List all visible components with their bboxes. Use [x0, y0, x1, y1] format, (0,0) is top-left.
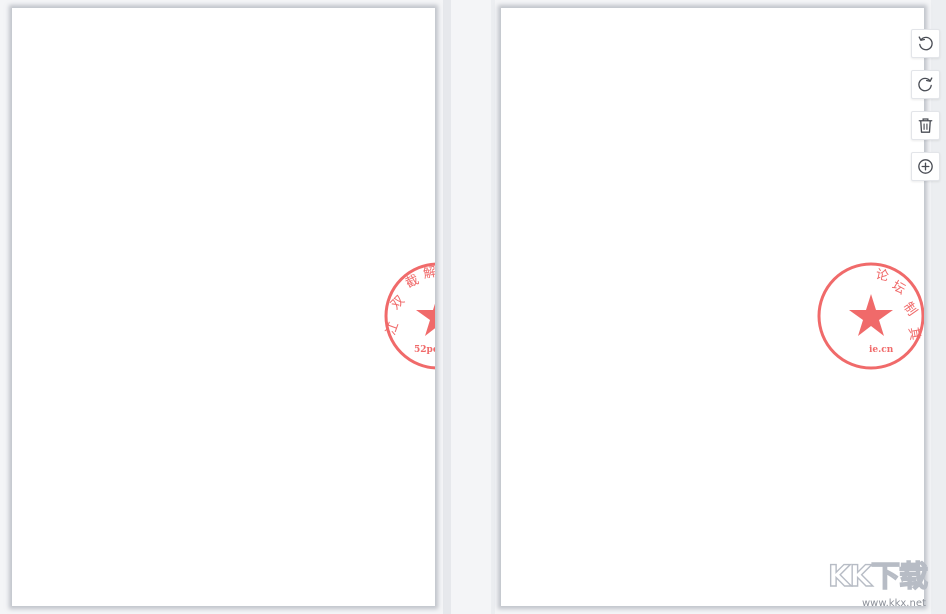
- seal-stamp-left-half: 江 双 截 解 52poj: [384, 262, 435, 370]
- trash-icon: [918, 118, 933, 133]
- seal-stamp-right-half: 论 坛 制 其 ie.cn: [817, 262, 924, 370]
- page-toolbar: [911, 29, 940, 181]
- seal-char-1: 论: [874, 267, 890, 284]
- seal-char-2: 坛: [889, 278, 908, 297]
- rotate-cw-icon: [918, 77, 933, 92]
- add-page-button[interactable]: [911, 152, 940, 181]
- delete-page-button[interactable]: [911, 111, 940, 140]
- watermark-url: www.kkx.net: [862, 598, 926, 609]
- seal-char-3: 制: [900, 300, 920, 319]
- seal-star: [849, 294, 893, 336]
- column-divider-right: [491, 0, 495, 614]
- seal-star: [416, 303, 435, 336]
- site-watermark: KK下载 www.kkx.net: [827, 559, 944, 612]
- seal-char-4: 其: [905, 326, 922, 341]
- seal-url-text: 52poj: [414, 345, 435, 355]
- plus-circle-icon: [918, 159, 933, 174]
- rotate-ccw-icon: [918, 36, 933, 51]
- column-divider-left: [443, 0, 451, 614]
- seal-char-1: 江: [384, 320, 403, 337]
- rotate-right-button[interactable]: [911, 70, 940, 99]
- rotate-left-button[interactable]: [911, 29, 940, 58]
- page-thumbnail-1[interactable]: 江 双 截 解 52poj: [12, 8, 435, 606]
- watermark-logo: KK下载: [827, 559, 928, 593]
- page-thumbnail-2[interactable]: 论 坛 制 其 ie.cn: [501, 8, 924, 606]
- seal-char-4: 解: [422, 265, 435, 282]
- seal-url-text: ie.cn: [869, 345, 894, 355]
